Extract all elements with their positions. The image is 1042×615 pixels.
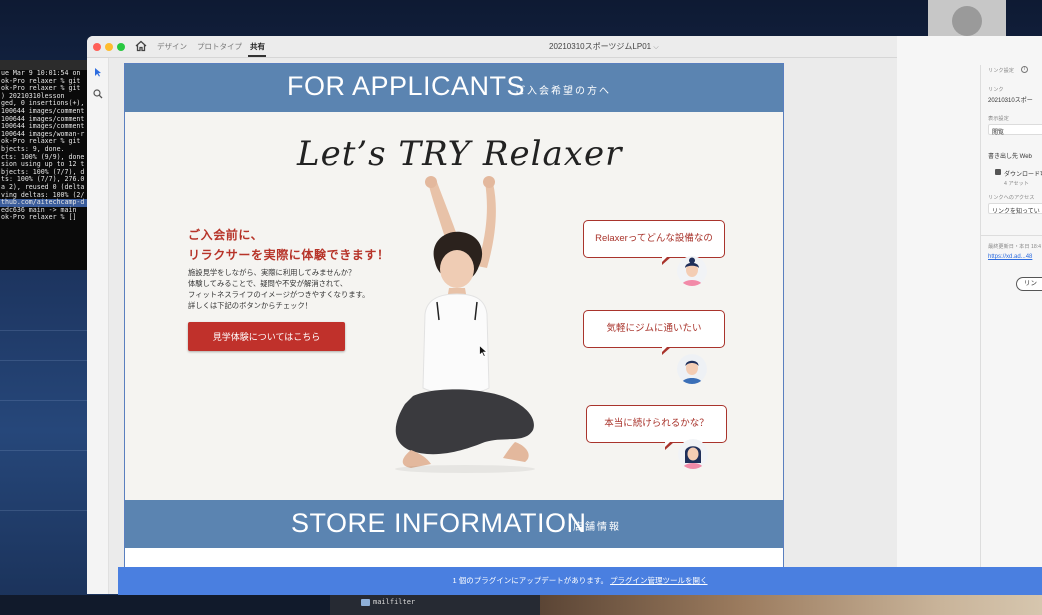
bubble-text: 気軽にジムに通いたい: [606, 323, 702, 334]
script-title: Let’s TRY Relaxer: [297, 134, 623, 174]
body-text-line: 体験してみることで、疑問や不安が解消されて、: [188, 279, 348, 288]
webcam-feed-fragment: [540, 595, 1042, 615]
assets-count: 4 アセット: [1004, 181, 1029, 187]
trial-info-button[interactable]: 見学体験についてはこちら: [188, 322, 345, 351]
folder-icon: [361, 599, 370, 606]
speech-bubble-casual-gym: 気軽にジムに通いたい: [583, 310, 725, 355]
view-settings-label: 表示設定: [988, 116, 1009, 122]
speech-bubble-facilities: Relaxerってどんな設備なの: [583, 220, 725, 265]
panel-divider: [981, 235, 1042, 236]
bubble-tail: [665, 440, 674, 450]
view-settings-select[interactable]: 閲覧: [988, 124, 1042, 136]
document-title[interactable]: 20210310スポーツジムLP01 ⌵: [549, 41, 659, 52]
last-updated-label: 最終更新日・本日 18:4: [988, 244, 1042, 250]
bubble-text: 本当に続けられるかな？: [604, 418, 709, 429]
avatar-woman-bun: [677, 256, 707, 286]
download-label: ダウンロード可: [1004, 172, 1042, 178]
banner-subtitle: ご入会希望の方へ: [515, 86, 611, 97]
bubble-tail: [662, 255, 671, 265]
link-access-label: リンクへのアクセス: [988, 195, 1035, 201]
download-checkbox[interactable]: [995, 169, 1001, 175]
bubble-text: Relaxerってどんな設備なの: [595, 233, 713, 244]
link-settings-label: リンク設定: [988, 68, 1014, 74]
body-text-line: フィットネスライフのイメージがつきやすくなります。: [188, 290, 370, 299]
tab-prototype[interactable]: プロトタイプ: [197, 41, 242, 52]
link-access-value: リンクを知ってい: [992, 209, 1040, 215]
bubble-tail: [662, 345, 671, 355]
folder-label[interactable]: mailfilter: [373, 598, 415, 606]
chevron-down-icon[interactable]: ⌵: [653, 44, 658, 51]
zoom-search-icon[interactable]: [93, 89, 103, 99]
tool-strip: [87, 58, 109, 594]
update-link-button[interactable]: リン: [1016, 277, 1042, 291]
open-plugin-manager-link[interactable]: プラグイン管理ツールを開く: [610, 576, 708, 585]
view-settings-value: 閲覧: [992, 130, 1005, 136]
banner-title: STORE INFORMATION: [291, 508, 587, 538]
heading-line-2: リラクサーを実際に体験できます！: [188, 248, 390, 262]
artboard-lp01[interactable]: FOR APPLICANTS ご入会希望の方へ Let’s TRY Relaxe…: [124, 63, 784, 594]
speech-bubble-continue: 本当に続けられるかな？: [586, 405, 727, 450]
info-icon[interactable]: i: [1021, 66, 1028, 73]
banner-title: FOR APPLICANTS: [287, 71, 526, 101]
window-titlebar: デザイン プロトタイプ 共有 20210310スポーツジムLP01 ⌵: [87, 36, 897, 58]
share-settings-panel: リンク設定 i リンク 20210310スポー 表示設定 閲覧 書き出し先 We…: [980, 65, 1042, 567]
avatar-woman-long-hair: [678, 439, 708, 469]
terminal-output: ue Mar 9 10:01:54 on ok-Pro relaxer % git…: [0, 69, 92, 222]
terminal-line: ok-Pro relaxer % []: [1, 213, 77, 222]
active-tab-indicator: [248, 55, 266, 57]
design-canvas[interactable]: FOR APPLICANTS ご入会希望の方へ Let’s TRY Relaxe…: [109, 58, 897, 594]
banner-subtitle: 店舗情報: [573, 522, 621, 533]
store-information-banner: STORE INFORMATION 店舗情報: [125, 500, 783, 548]
zoom-window-button[interactable]: [117, 43, 125, 51]
heading-line-1: ご入会前に、: [188, 228, 264, 242]
select-arrow-icon[interactable]: [93, 67, 103, 77]
link-label: リンク: [988, 87, 1004, 93]
link-access-select[interactable]: リンクを知ってい: [988, 203, 1042, 215]
avatar-man: [677, 354, 707, 384]
plugin-update-notification: 1 個のプラグインにアップデートがあります。 プラグイン管理ツールを開く: [118, 567, 1042, 595]
tab-share[interactable]: 共有: [250, 41, 265, 52]
export-target-label[interactable]: 書き出し先 Web: [988, 151, 1032, 160]
home-icon[interactable]: [135, 40, 147, 52]
tab-design[interactable]: デザイン: [157, 41, 187, 52]
link-name-value: 20210310スポー: [988, 98, 1033, 104]
document-title-text: 20210310スポーツジムLP01: [549, 42, 652, 51]
xd-app-window: デザイン プロトタイプ 共有 20210310スポーツジムLP01 ⌵ FOR …: [87, 36, 1042, 594]
for-applicants-banner: FOR APPLICANTS ご入会希望の方へ: [125, 64, 783, 112]
body-text-line: 詳しくは下記のボタンからチェック！: [188, 301, 313, 310]
share-url-link[interactable]: https://xd.ad...48: [988, 254, 1032, 260]
mouse-cursor-icon: [479, 345, 488, 357]
notification-text: 1 個のプラグインにアップデートがあります。: [452, 576, 608, 585]
avatar-placeholder-head: [952, 6, 982, 36]
minimize-window-button[interactable]: [105, 43, 113, 51]
close-window-button[interactable]: [93, 43, 101, 51]
yoga-woman-image: [395, 176, 535, 473]
body-text-line: 施設見学をしながら、実際に利用してみませんか？: [188, 268, 356, 277]
terminal-window[interactable]: ue Mar 9 10:01:54 on ok-Pro relaxer % git…: [0, 60, 92, 270]
